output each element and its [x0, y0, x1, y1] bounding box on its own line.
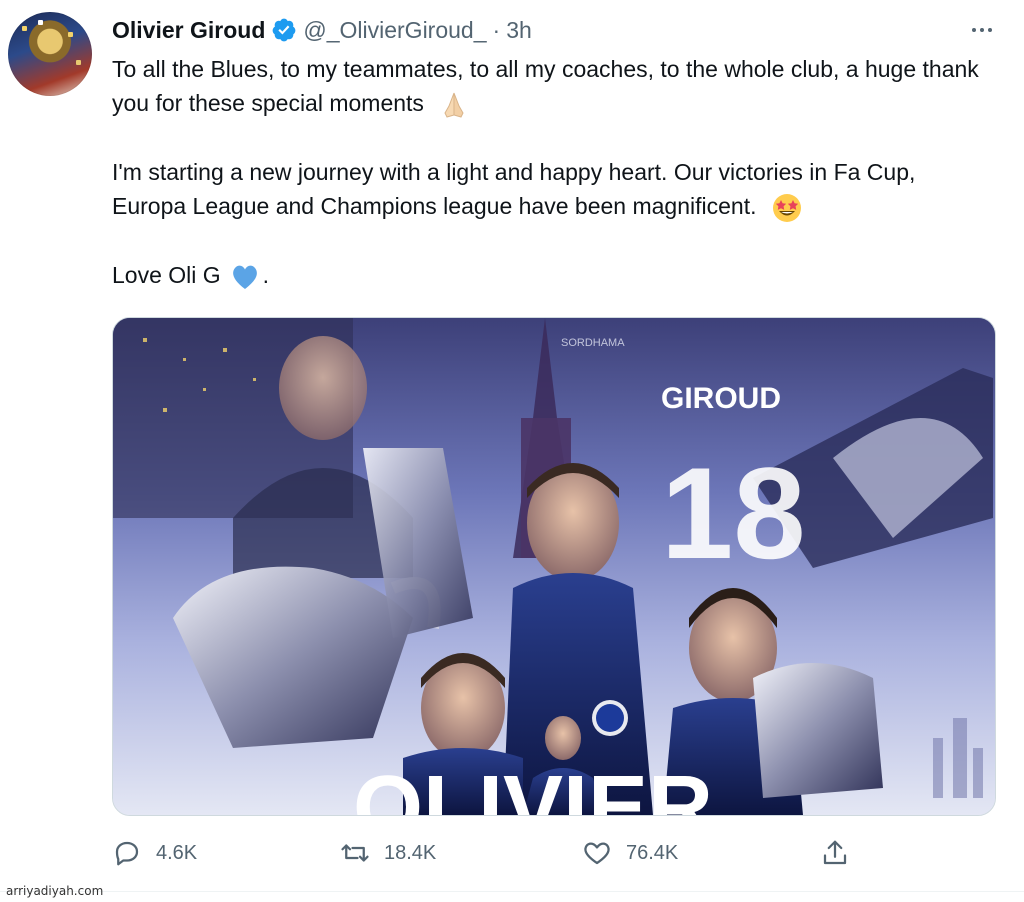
blue-heart-emoji-icon — [232, 265, 257, 289]
retweet-icon — [341, 844, 369, 862]
reply-icon — [115, 841, 139, 866]
confetti-decoration — [22, 26, 27, 31]
reply-count: 4.6K — [156, 841, 198, 864]
like-button[interactable]: 76.4K — [582, 838, 678, 868]
tweet-card: Olivier Giroud @_OlivierGiroud_ · 3h To … — [0, 0, 1024, 902]
media-bottom-text: OLIVIER — [353, 758, 713, 815]
media-small-text: SORDHAMA — [561, 337, 625, 349]
tweet-text-line: To all the Blues, to my teammates, to al… — [112, 56, 979, 116]
folded-hands-emoji-icon — [444, 92, 464, 118]
heart-icon — [584, 842, 610, 865]
divider — [0, 891, 1024, 892]
tweet-paragraph-1: To all the Blues, to my teammates, to al… — [112, 52, 984, 121]
like-count: 76.4K — [626, 841, 679, 864]
tweet-timestamp[interactable]: 3h — [506, 17, 532, 44]
media-name-text: GIROUD — [661, 382, 781, 415]
separator-dot: · — [492, 16, 501, 43]
verified-badge-icon — [272, 18, 296, 42]
tweet-actions: 4.6K 18.4K 76.4K — [112, 832, 874, 874]
confetti-decoration — [76, 60, 81, 65]
tweet-media-image[interactable]: GIROUD 18 SORDHAMA OLIVIER — [112, 317, 996, 816]
author-avatar[interactable] — [8, 12, 92, 96]
reply-button[interactable]: 4.6K — [112, 838, 197, 868]
author-handle[interactable]: @_OlivierGiroud_ — [303, 17, 486, 44]
tweet-header: Olivier Giroud @_OlivierGiroud_ · 3h — [112, 14, 964, 46]
media-artwork: GIROUD 18 SORDHAMA OLIVIER — [113, 318, 995, 815]
tweet-paragraph-3: Love Oli G . — [112, 258, 984, 293]
more-options-icon[interactable] — [964, 18, 1000, 42]
retweet-button[interactable]: 18.4K — [340, 838, 436, 868]
tweet-text-period: . — [262, 261, 270, 288]
star-struck-emoji-icon — [772, 193, 801, 222]
tweet-text: To all the Blues, to my teammates, to al… — [112, 52, 984, 293]
share-button[interactable] — [820, 838, 850, 868]
retweet-count: 18.4K — [384, 841, 437, 864]
confetti-decoration — [68, 32, 73, 37]
author-name[interactable]: Olivier Giroud — [112, 17, 265, 44]
confetti-decoration — [38, 20, 43, 25]
tweet-text-line: Love Oli G — [112, 261, 221, 288]
share-icon — [823, 840, 847, 865]
watermark-text: arriyadiyah.com — [6, 884, 104, 898]
media-number-text: 18 — [661, 440, 806, 586]
tweet-paragraph-2: I'm starting a new journey with a light … — [112, 155, 984, 224]
